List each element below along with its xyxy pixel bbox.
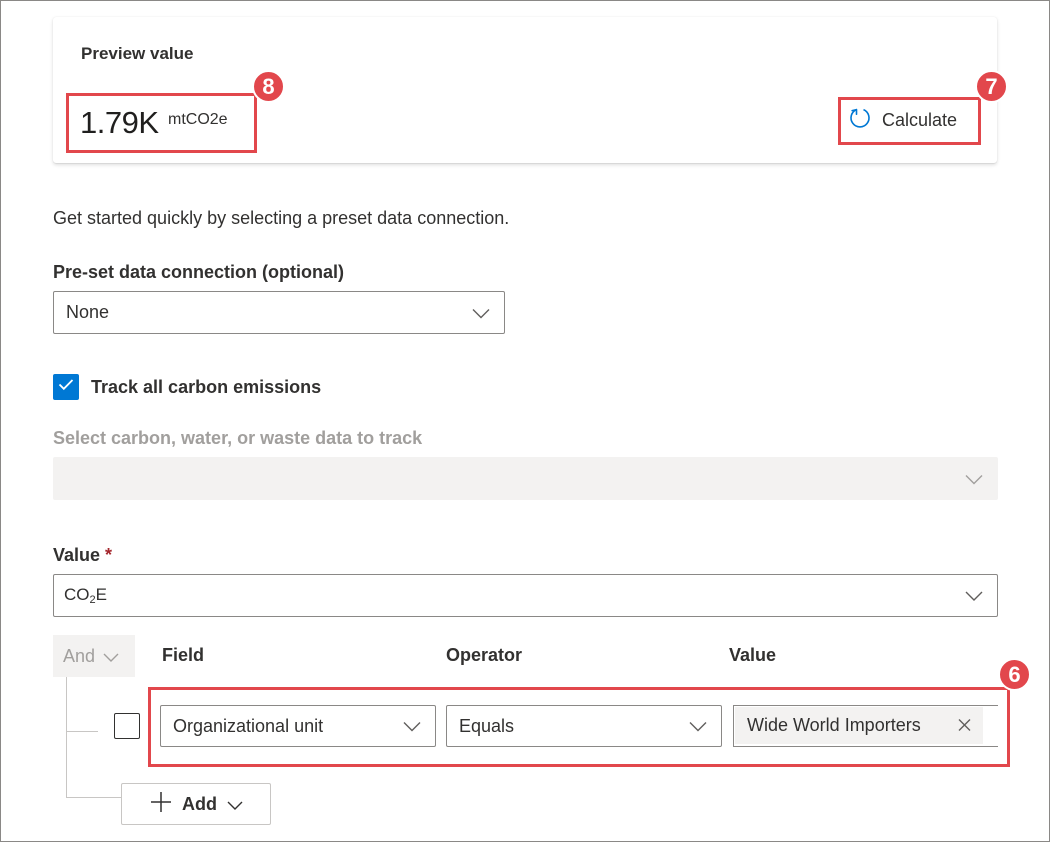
column-header-operator: Operator bbox=[446, 645, 523, 665]
intro-text: Get started quickly by selecting a prese… bbox=[53, 208, 510, 228]
value-label-text: Value bbox=[53, 545, 101, 565]
value-selected: CO2E bbox=[64, 585, 107, 606]
chevron-down-icon bbox=[472, 302, 490, 323]
preset-selected: None bbox=[66, 302, 110, 322]
tree-connector bbox=[66, 797, 122, 798]
required-mark: * bbox=[105, 545, 113, 565]
chevron-down-icon bbox=[227, 794, 243, 815]
add-label: Add bbox=[182, 793, 217, 814]
callout-box-filter-row bbox=[148, 687, 1010, 767]
column-header-value: Value bbox=[729, 645, 777, 665]
column-header-field: Field bbox=[162, 645, 205, 665]
row-select-checkbox[interactable] bbox=[114, 713, 140, 739]
plus-icon bbox=[150, 791, 172, 818]
callout-badge-calculate: 7 bbox=[975, 70, 1008, 103]
tree-connector bbox=[66, 731, 98, 732]
preset-label: Pre-set data connection (optional) bbox=[53, 262, 345, 282]
value-label: Value * bbox=[53, 545, 112, 566]
select-data-label: Select carbon, water, or waste data to t… bbox=[53, 428, 423, 448]
select-data-dropdown[interactable] bbox=[53, 457, 998, 500]
preview-title: Preview value bbox=[81, 44, 194, 63]
chevron-down-icon bbox=[965, 586, 983, 606]
value-dropdown[interactable]: CO2E bbox=[53, 574, 998, 617]
callout-badge-value: 8 bbox=[252, 70, 285, 103]
checkmark-icon bbox=[58, 378, 74, 396]
track-all-checkbox[interactable] bbox=[53, 374, 79, 400]
callout-box-value bbox=[66, 93, 257, 153]
chevron-down-icon bbox=[103, 646, 119, 667]
tree-connector bbox=[66, 677, 67, 798]
callout-box-calculate bbox=[838, 97, 981, 145]
and-button[interactable]: And bbox=[53, 635, 135, 677]
and-label: And bbox=[63, 645, 96, 666]
chevron-down-icon bbox=[965, 468, 983, 489]
preset-dropdown[interactable]: None bbox=[53, 291, 505, 334]
callout-badge-filter-row: 6 bbox=[998, 658, 1031, 691]
add-button[interactable]: Add bbox=[121, 783, 271, 825]
track-all-label: Track all carbon emissions bbox=[91, 377, 322, 397]
